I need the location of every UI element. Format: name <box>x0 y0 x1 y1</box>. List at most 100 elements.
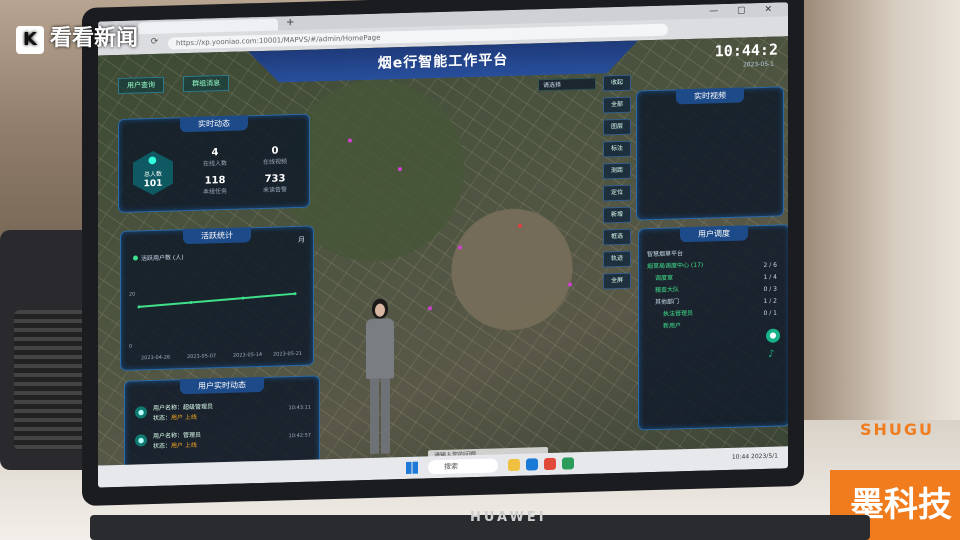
new-tab-button[interactable]: + <box>286 17 294 28</box>
dispatch-panel: 用户调度 智慧烟草平台 烟草局调度中心 (17) 调度室 稽查大队 其他部门 执… <box>638 224 788 431</box>
activity-point <box>189 301 193 305</box>
stat-label: 在线人数 <box>202 159 227 168</box>
watermark-text: 看看新闻 <box>50 26 139 51</box>
realtime-panel: 实时动态 ● 总人数 101 4 在线人数 0 在线视频 118 本组任务 73… <box>118 113 310 213</box>
map-pin[interactable] <box>568 282 572 287</box>
tree-node[interactable]: 新用户 <box>647 320 703 334</box>
tree-count: 1 / 4 <box>763 273 777 281</box>
stat-tasks: 118 本组任务 <box>185 174 245 196</box>
tree-node[interactable]: 烟草局调度中心 (17) <box>647 260 703 274</box>
user-name: 用户名称：管理员 <box>153 431 202 441</box>
tree-count: 1 / 2 <box>763 297 777 305</box>
stat-label: 本组任务 <box>202 187 227 196</box>
tool-layer[interactable]: 图层 <box>603 118 631 136</box>
windows-start-icon[interactable] <box>406 461 418 474</box>
top-tabs: 用户查询 群组消息 <box>118 70 243 94</box>
status-value: 用户 上线 <box>171 413 197 422</box>
user-time: 10:43:11 <box>288 404 311 412</box>
date: 2023-05-1 <box>742 60 774 69</box>
y-tick: 0 <box>129 343 133 350</box>
activity-point <box>293 292 297 296</box>
tool-locate[interactable]: 定位 <box>603 184 631 202</box>
tree-count: 0 / 1 <box>763 309 777 317</box>
list-item[interactable]: ● 用户名称：超级管理员 状态：用户 上线 10:43:11 <box>135 399 313 426</box>
user-status: 状态：用户 上线 <box>153 440 197 450</box>
tree-count: 0 / 3 <box>763 285 777 293</box>
activity-legend: 活跃用户数 (人) <box>133 252 184 262</box>
activity-title: 活跃统计 <box>183 227 251 245</box>
edge-icon[interactable] <box>526 458 538 471</box>
user-status-title: 用户实时动态 <box>180 376 264 395</box>
clock: 10:44:2 <box>714 40 778 61</box>
stat-label: 未读告警 <box>262 186 287 194</box>
status-label: 状态： <box>153 442 172 451</box>
total-users-count: 101 <box>143 178 163 190</box>
legend-label: 活跃用户数 (人) <box>141 254 184 263</box>
user-name: 用户名称：超级管理员 <box>153 403 214 413</box>
app-icon[interactable] <box>562 457 574 470</box>
activity-panel: 活跃统计 月 活跃用户数 (人) 20 0 2023-04-26 2023-05… <box>120 225 314 371</box>
tab-group-message[interactable]: 群组消息 <box>183 74 230 93</box>
presenter-body <box>366 318 394 380</box>
tool-add[interactable]: 新增 <box>603 206 631 224</box>
stat-online: 4 在线人数 <box>185 146 245 168</box>
taskbar-clock: 10:44 2023/5/1 <box>731 452 778 461</box>
month-toggle[interactable]: 月 <box>298 235 305 245</box>
shugu-text: SHUGU <box>860 420 935 439</box>
tab-user-query[interactable]: 用户查询 <box>118 76 164 94</box>
x-tick: 2023-04-26 <box>141 354 171 362</box>
map-pin[interactable] <box>348 138 352 143</box>
tool-select[interactable]: 框选 <box>603 228 631 246</box>
taskbar-search[interactable]: 搜索 <box>428 458 498 475</box>
laptop-brand: HUAWEI <box>470 510 547 525</box>
chrome-icon[interactable] <box>544 457 556 471</box>
user-icon: ● <box>148 154 157 167</box>
map-toolbar: 收起 全部 图层 标注 测距 定位 新增 框选 轨迹 全屏 <box>603 74 631 296</box>
tool-track[interactable]: 轨迹 <box>603 250 631 268</box>
user-time: 10:42:57 <box>288 432 311 440</box>
total-users-badge[interactable]: ● 总人数 101 <box>133 150 173 195</box>
x-tick: 2023-05-21 <box>273 350 303 358</box>
org-tree: 智慧烟草平台 烟草局调度中心 (17) 调度室 稽查大队 其他部门 执法管理员 … <box>647 248 703 334</box>
map-pin[interactable] <box>518 223 522 228</box>
tool-collapse[interactable]: 收起 <box>603 74 631 92</box>
laptop-screen: + — ▢ ✕ ← → ⟳ https://xp.yooniao.com:100… <box>98 2 788 488</box>
user-icon: ● <box>135 406 147 419</box>
video-title: 实时视频 <box>676 87 744 105</box>
activity-series-line <box>138 292 296 308</box>
tool-mark[interactable]: 标注 <box>603 140 631 158</box>
map-search-select[interactable]: 请选择 <box>538 77 596 92</box>
tool-all[interactable]: 全部 <box>603 96 631 114</box>
tool-measure[interactable]: 测距 <box>603 162 631 180</box>
activity-line-chart <box>137 292 297 309</box>
total-users-label: 总人数 <box>143 170 162 179</box>
watermark: K 看看新闻 <box>16 20 138 54</box>
browser-tab[interactable] <box>138 18 278 35</box>
map-pin[interactable] <box>428 306 432 311</box>
user-status: 状态：用户 上线 <box>153 412 197 422</box>
status-value: 用户 上线 <box>171 441 197 450</box>
dispatch-title: 用户调度 <box>680 225 748 243</box>
list-item[interactable]: ● 用户名称：管理员 状态：用户 上线 10:42:57 <box>135 427 313 454</box>
x-tick: 2023-05-07 <box>187 353 217 361</box>
stat-video: 0 在线视频 <box>245 145 305 167</box>
bell-icon[interactable]: ♪ <box>768 349 774 360</box>
stat-label: 在线视频 <box>262 158 287 166</box>
video-panel: 实时视频 <box>636 86 784 221</box>
realtime-title: 实时动态 <box>180 115 248 133</box>
virtual-presenter <box>358 298 402 459</box>
x-tick: 2023-05-14 <box>233 351 263 359</box>
watermark-logo-icon: K <box>16 26 44 54</box>
y-tick: 20 <box>129 291 136 298</box>
tree-count: 2 / 6 <box>763 261 777 269</box>
user-icon: ● <box>135 434 147 447</box>
window-controls[interactable]: — ▢ ✕ <box>709 5 780 17</box>
stat-alerts: 733 未读告警 <box>245 173 305 195</box>
laptop-lid: + — ▢ ✕ ← → ⟳ https://xp.yooniao.com:100… <box>82 0 804 507</box>
map-pin[interactable] <box>398 167 402 172</box>
status-label: 状态： <box>153 414 172 423</box>
tool-fullscreen[interactable]: 全屏 <box>603 272 631 290</box>
folder-icon[interactable] <box>508 458 520 472</box>
legend-dot <box>133 255 138 261</box>
map-pin[interactable] <box>458 245 462 250</box>
